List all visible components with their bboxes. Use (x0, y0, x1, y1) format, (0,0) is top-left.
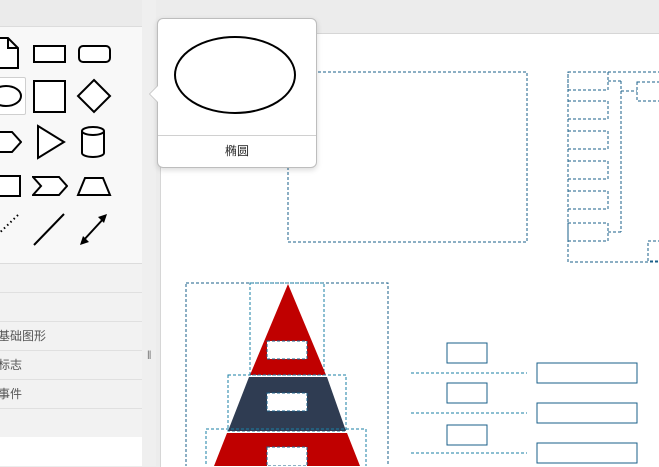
category-events[interactable]: 事件 (0, 380, 142, 409)
category-label: 基础图形 (0, 329, 47, 343)
sidebar-footer (0, 437, 142, 466)
tooltip-divider (158, 135, 316, 136)
diagram-rectangle[interactable] (287, 71, 528, 243)
diamond-shape-icon[interactable] (76, 78, 112, 114)
line-shape-icon[interactable] (32, 211, 68, 247)
pentagon-arrow-shape-icon[interactable] (0, 124, 22, 160)
dotted-line-shape-icon[interactable] (0, 211, 22, 247)
shape-palette (0, 27, 142, 264)
diagram-list-group[interactable] (411, 342, 638, 464)
resize-grip-icon: ǁ (147, 350, 152, 360)
rectangle-shape-icon[interactable] (32, 35, 68, 71)
tooltip-label: 椭圆 (224, 144, 249, 158)
category-label: 标志 (0, 358, 23, 372)
pyramid-top-tier[interactable] (250, 284, 326, 375)
shape-preview-tooltip: 椭圆 (149, 18, 317, 168)
diagram-pyramid[interactable] (185, 282, 389, 466)
ellipse-shape-icon[interactable] (0, 77, 26, 115)
shape-library-sidebar: 基础图形 标志 事件 (0, 0, 142, 466)
diagram-tree-group[interactable] (567, 71, 659, 263)
category-row[interactable] (0, 264, 142, 293)
rounded-rectangle-shape-icon[interactable] (77, 35, 113, 71)
category-symbols[interactable]: 标志 (0, 351, 142, 380)
chevron-shape-icon[interactable] (32, 168, 68, 204)
document-shape-icon[interactable] (0, 35, 22, 71)
ellipse-preview-icon (174, 36, 296, 114)
cylinder-shape-icon[interactable] (76, 124, 112, 160)
double-arrow-line-shape-icon[interactable] (76, 211, 112, 247)
card-shape-icon[interactable] (0, 168, 22, 204)
sidebar-resize-handle[interactable]: ǁ (142, 0, 156, 466)
category-basic-shapes[interactable]: 基础图形 (0, 322, 142, 351)
square-shape-icon[interactable] (32, 78, 68, 114)
trapezoid-shape-icon[interactable] (76, 168, 112, 204)
category-row[interactable] (0, 409, 142, 438)
category-label: 事件 (0, 387, 23, 401)
triangle-shape-icon[interactable] (32, 124, 68, 160)
category-row[interactable] (0, 293, 142, 322)
sidebar-header (0, 0, 142, 27)
